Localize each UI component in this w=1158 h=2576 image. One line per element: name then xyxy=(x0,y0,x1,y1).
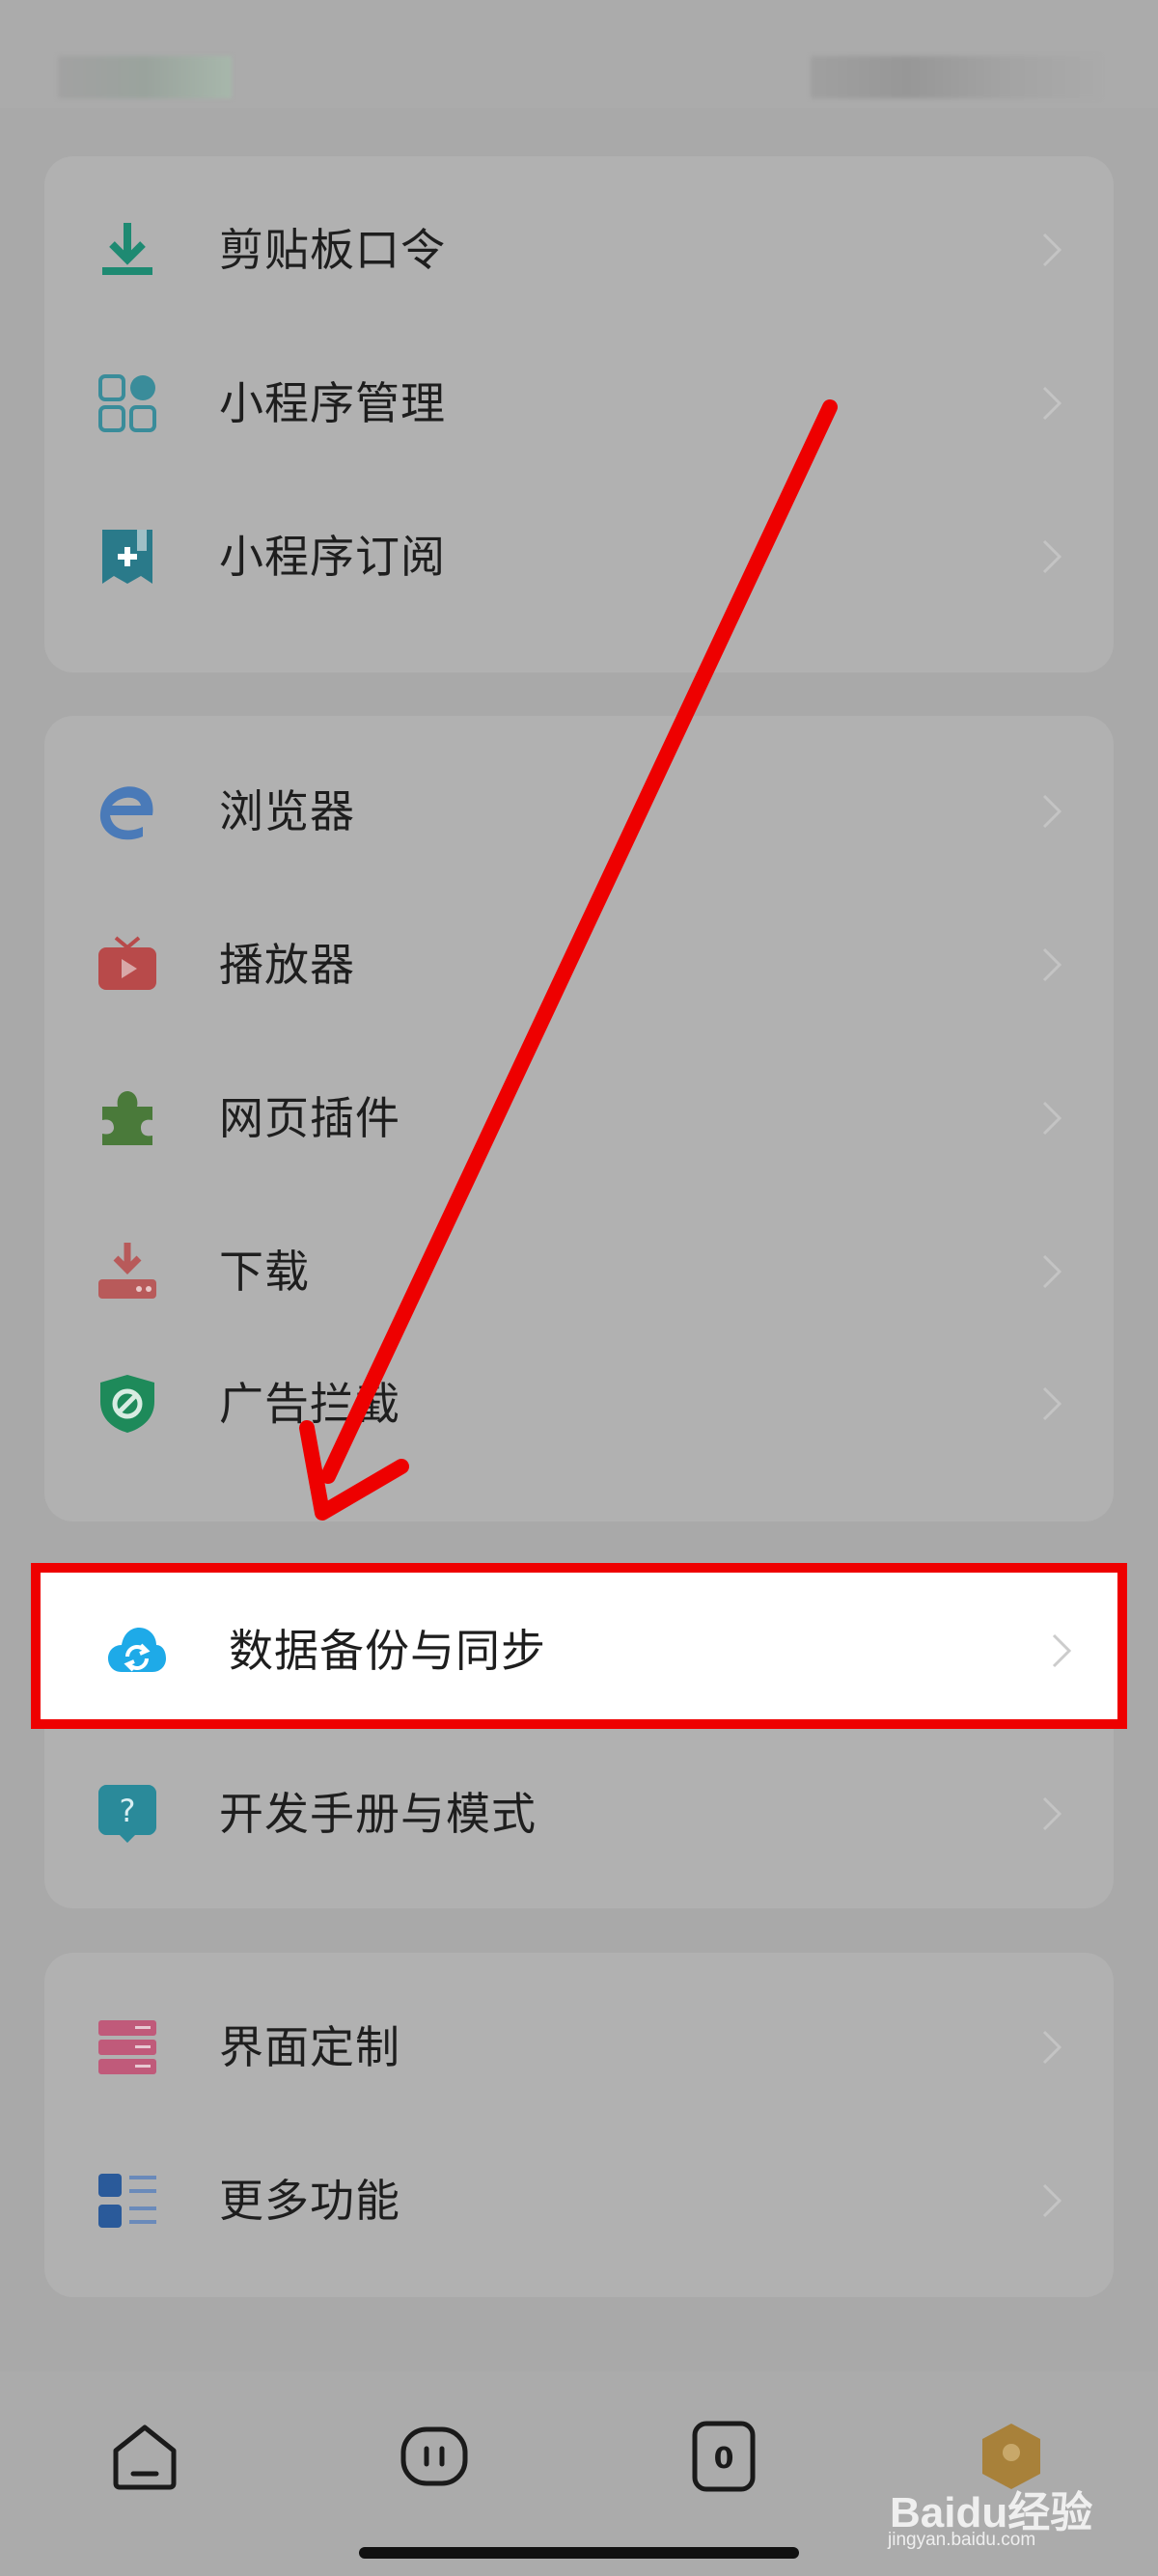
menu-item-ui-customize[interactable]: 界面定制 xyxy=(44,1975,1114,2120)
chevron-right-icon xyxy=(1040,792,1063,831)
menu-item-browser[interactable]: 浏览器 xyxy=(44,739,1114,884)
menu-item-label: 界面定制 xyxy=(219,2021,400,2073)
chevron-right-icon xyxy=(1040,2028,1063,2067)
chevron-right-icon xyxy=(1040,2181,1063,2220)
bookmark-plus-icon xyxy=(96,526,158,588)
cloud-sync-icon xyxy=(106,1620,168,1682)
puzzle-icon xyxy=(96,1087,158,1149)
menu-item-label: 开发手册与模式 xyxy=(219,1788,537,1840)
chevron-right-icon xyxy=(1040,1252,1063,1291)
browser-e-icon xyxy=(96,781,158,842)
menu-item-label: 播放器 xyxy=(219,939,355,991)
menu-item-dev-manual[interactable]: ? 开发手册与模式 xyxy=(44,1741,1114,1886)
tv-play-icon xyxy=(96,934,158,996)
menu-item-web-plugins[interactable]: 网页插件 xyxy=(44,1046,1114,1191)
menu-item-more-features[interactable]: 更多功能 xyxy=(44,2128,1114,2273)
chevron-right-icon xyxy=(1040,384,1063,423)
status-bar xyxy=(0,0,1158,108)
home-icon xyxy=(113,2425,177,2490)
menu-item-mini-program-subscribe[interactable]: 小程序订阅 xyxy=(44,484,1114,629)
menu-item-label: 小程序管理 xyxy=(219,377,446,429)
menu-item-label: 广告拦截 xyxy=(219,1378,400,1430)
menu-item-label: 数据备份与同步 xyxy=(229,1625,546,1677)
watermark-url: jingyan.baidu.com xyxy=(888,2530,1036,2550)
home-indicator xyxy=(359,2547,799,2559)
chevron-right-icon xyxy=(1040,1384,1063,1423)
menu-item-label: 更多功能 xyxy=(219,2175,400,2227)
tab-count[interactable]: 0 xyxy=(687,2420,760,2493)
list-more-icon xyxy=(96,2170,158,2232)
menu-item-player[interactable]: 播放器 xyxy=(44,892,1114,1037)
settings-group-4: 界面定制 更多功能 xyxy=(44,1953,1114,2297)
menu-item-label: 下载 xyxy=(219,1246,310,1298)
menu-item-label: 网页插件 xyxy=(219,1092,400,1144)
menu-item-clipboard-code[interactable]: 剪贴板口令 xyxy=(44,178,1114,322)
apps-grid-icon xyxy=(96,372,158,434)
settings-group-2: 浏览器 播放器 网页插件 下载 广告拦截 xyxy=(44,716,1114,1521)
menu-item-mini-program-manage[interactable]: 小程序管理 xyxy=(44,331,1114,476)
chevron-right-icon xyxy=(1040,231,1063,269)
blurred-status-left xyxy=(58,56,232,98)
watermark: Baidu经验 jingyan.baidu.com xyxy=(886,2412,1117,2557)
menu-item-data-backup-sync[interactable]: 数据备份与同步 xyxy=(54,1578,1123,1723)
chevron-right-icon xyxy=(1040,945,1063,984)
layout-panels-icon xyxy=(96,2016,158,2078)
svg-text:0: 0 xyxy=(714,2442,734,2476)
menu-item-ad-block[interactable]: 广告拦截 xyxy=(44,1331,1114,1476)
menu-item-label: 浏览器 xyxy=(219,785,355,837)
tab-home[interactable] xyxy=(108,2420,181,2493)
menu-item-label: 小程序订阅 xyxy=(219,531,446,583)
highlight-frame: 数据备份与同步 xyxy=(31,1563,1127,1729)
shield-block-icon xyxy=(96,1373,158,1435)
menu-item-label: 剪贴板口令 xyxy=(219,224,446,276)
chevron-right-icon xyxy=(1040,1099,1063,1137)
download-tray-icon xyxy=(96,219,158,281)
blurred-status-right xyxy=(811,56,1100,98)
help-bubble-icon: ? xyxy=(96,1783,158,1845)
multi-window-icon xyxy=(400,2426,468,2486)
tab-count-icon: 0 xyxy=(692,2421,756,2492)
tab-multi-window[interactable] xyxy=(398,2420,471,2493)
svg-text:?: ? xyxy=(120,1793,136,1829)
download-drive-icon xyxy=(96,1241,158,1302)
settings-group-1: 剪贴板口令 小程序管理 小程序订阅 xyxy=(44,156,1114,672)
chevron-right-icon xyxy=(1040,537,1063,576)
chevron-right-icon xyxy=(1040,1795,1063,1833)
chevron-right-icon xyxy=(1050,1631,1073,1670)
menu-item-download[interactable]: 下载 xyxy=(44,1199,1114,1344)
